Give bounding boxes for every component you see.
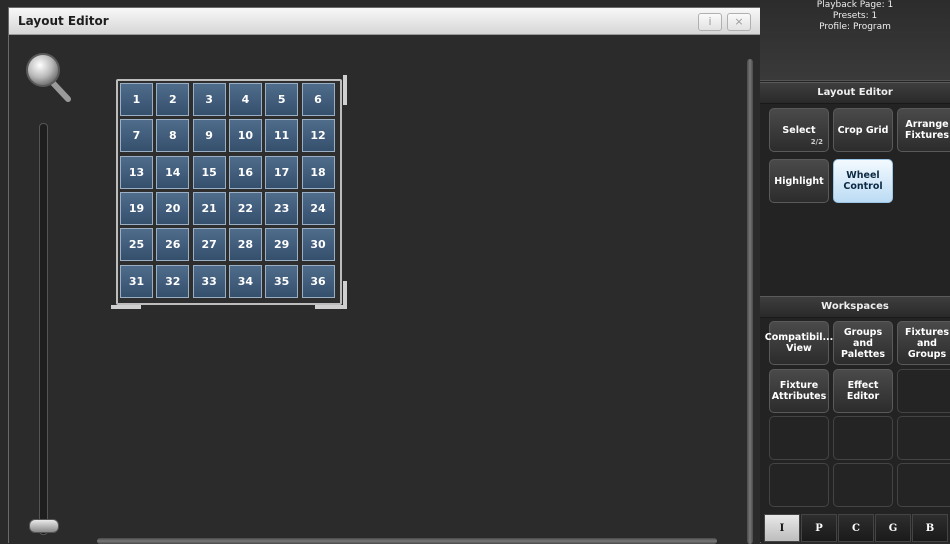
fixture-cell[interactable]: 1 [120, 83, 153, 116]
fixture-cell[interactable]: 2 [156, 83, 190, 116]
fixture-grid: 1 2 3 4 5 6 7 8 9 10 11 12 13 14 15 16 17 18 19 20 21 22 23 24 2… [116, 79, 342, 305]
fixture-cell[interactable]: 10 [228, 119, 262, 153]
workspace-effect-editor[interactable]: Effect Editor [833, 369, 893, 413]
fixture-cell[interactable]: 19 [120, 191, 153, 225]
fixture-cell[interactable]: 21 [192, 191, 226, 225]
fixture-cell[interactable]: 8 [156, 119, 190, 153]
highlight-button[interactable]: Highlight [769, 159, 829, 203]
profile-text: Profile: Program [819, 22, 891, 32]
fixture-cell[interactable]: 20 [156, 191, 190, 225]
fixture-cell[interactable]: 11 [265, 119, 299, 153]
fixture-cell[interactable]: 34 [228, 264, 262, 298]
fixture-cell[interactable]: 23 [265, 191, 299, 225]
workspace-empty-slot[interactable] [833, 416, 893, 460]
workspace-compatibility-view[interactable]: Compatibil... View [765, 321, 833, 365]
workspaces-header: Workspaces [760, 296, 950, 318]
workspace-empty-slot[interactable] [897, 369, 950, 413]
workspace-empty-slot[interactable] [769, 463, 829, 507]
window-title: Layout Editor [18, 14, 109, 28]
fixture-cell[interactable]: 7 [120, 119, 153, 153]
workspace-fixture-attributes[interactable]: Fixture Attributes [769, 369, 829, 413]
fixture-cell[interactable]: 18 [301, 155, 335, 189]
arrange-fixtures-button[interactable]: Arrange Fixtures [897, 108, 950, 152]
layout-canvas[interactable]: 1 2 3 4 5 6 7 8 9 10 11 12 13 14 15 16 17 18 19 20 21 22 23 24 2… [9, 35, 760, 544]
workspace-fixtures-groups[interactable]: Fixtures and Groups [897, 321, 950, 365]
presets-text: Presets: 1 [832, 11, 878, 21]
fixture-cell[interactable]: 12 [301, 119, 335, 153]
crop-grid-button[interactable]: Crop Grid [833, 108, 893, 152]
fixture-cell[interactable]: 15 [192, 155, 226, 189]
fixture-cell[interactable]: 29 [265, 228, 299, 262]
fixture-cell[interactable]: 28 [228, 228, 262, 262]
select-button-label: Select [782, 124, 816, 136]
fixture-cell[interactable]: 31 [120, 264, 153, 298]
info-button[interactable]: i [698, 13, 722, 31]
vertical-scrollbar[interactable] [747, 59, 753, 544]
crop-handle-bottom-right[interactable] [315, 281, 347, 309]
workspace-empty-slot[interactable] [897, 463, 950, 507]
fixture-cell[interactable]: 24 [301, 191, 335, 225]
fixture-cell[interactable]: 14 [156, 155, 190, 189]
fixture-cell[interactable]: 35 [265, 264, 299, 298]
crop-handle-top-right[interactable] [343, 75, 347, 105]
wheel-control-button[interactable]: Wheel Control [833, 159, 893, 203]
tab-c[interactable]: C [838, 514, 874, 542]
zoom-icon[interactable] [23, 51, 73, 103]
fixture-cell[interactable]: 9 [192, 119, 226, 153]
workspace-groups-palettes[interactable]: Groups and Palettes [833, 321, 893, 365]
fixture-cell[interactable]: 4 [228, 83, 262, 116]
fixture-cell[interactable]: 17 [265, 155, 299, 189]
fixture-cell[interactable]: 16 [228, 155, 262, 189]
fixture-cell[interactable]: 13 [120, 155, 153, 189]
workspace-empty-slot[interactable] [769, 416, 829, 460]
fixture-cell[interactable]: 26 [156, 228, 190, 262]
select-button[interactable]: Select 2/2 [769, 108, 829, 152]
fixture-cell[interactable]: 33 [192, 264, 226, 298]
tab-b[interactable]: B [912, 514, 948, 542]
tab-g[interactable]: G [875, 514, 911, 542]
zoom-slider-handle[interactable] [29, 519, 59, 533]
fixture-cell[interactable]: 27 [192, 228, 226, 262]
close-button[interactable]: × [727, 13, 751, 31]
fixture-cell[interactable]: 5 [265, 83, 299, 116]
workspace-empty-slot[interactable] [833, 463, 893, 507]
horizontal-scrollbar[interactable] [97, 538, 717, 544]
fixture-cell[interactable]: 3 [192, 83, 226, 116]
fixture-cell[interactable]: 25 [120, 228, 153, 262]
workspace-empty-slot[interactable] [897, 416, 950, 460]
tab-p[interactable]: P [801, 514, 837, 542]
layout-editor-window: Layout Editor i × 1 2 3 4 5 6 7 8 9 10 11 12 13 14 15 1… [8, 7, 761, 544]
crop-handle-bottom-left[interactable] [111, 305, 141, 309]
fixture-cell[interactable]: 32 [156, 264, 190, 298]
layout-editor-header: Layout Editor [760, 82, 950, 104]
tab-i[interactable]: I [764, 514, 800, 542]
fixture-cell[interactable]: 30 [301, 228, 335, 262]
fixture-cell[interactable]: 22 [228, 191, 262, 225]
select-counter: 2/2 [810, 138, 823, 146]
status-display: Playback Page: 1 Presets: 1 Profile: Pro… [760, 0, 950, 81]
playback-page-text: Playback Page: 1 [816, 0, 894, 10]
fixture-cell[interactable]: 6 [301, 83, 335, 116]
softkey-panel: Playback Page: 1 Presets: 1 Profile: Pro… [760, 0, 950, 542]
zoom-slider-track[interactable] [39, 123, 48, 535]
title-bar: Layout Editor i × [9, 8, 760, 35]
